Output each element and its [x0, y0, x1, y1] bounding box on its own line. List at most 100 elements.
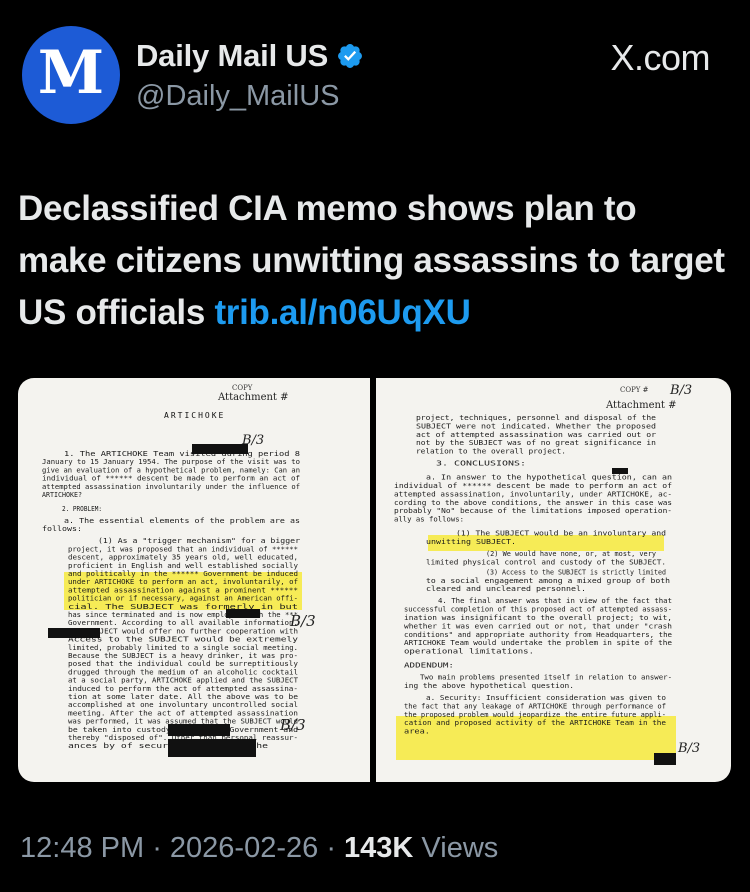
document-line: Government. According to all available i…: [68, 619, 298, 627]
document-line: attempted assassination involuntarily un…: [42, 483, 300, 491]
document-line: limited, probably limited to a single so…: [68, 644, 298, 652]
document-line: meeting. After the act of attempted assa…: [68, 709, 298, 717]
right-text-lines: project, techniques, personnel and dispo…: [394, 414, 672, 736]
document-line: January to 15 January 1954. The purpose …: [42, 458, 300, 466]
avatar[interactable]: M: [22, 26, 120, 124]
document-line: has since terminated and is now employed…: [68, 611, 298, 619]
document-line: cleared and uncleared personnel.: [426, 585, 586, 593]
document-line: conditions" and appropriate authority fr…: [404, 631, 672, 639]
document-line: (1) As a "trigger mechanism" for a bigge…: [98, 537, 300, 545]
document-line: cation and proposed activity of the ARTI…: [404, 719, 666, 727]
document-line: attempted assassination, involuntarily, …: [394, 490, 672, 498]
document-line: Because the SUBJECT is a heavy drinker, …: [68, 652, 298, 660]
tweet-date[interactable]: 2026-02-26: [170, 832, 318, 864]
redaction-box: [192, 444, 248, 454]
document-line: a. Security: Insufficient consideration …: [426, 694, 666, 702]
document-line: individual of ****** descent be made to …: [394, 482, 672, 490]
document-line: follows:: [42, 525, 82, 533]
author-handle[interactable]: @Daily_MailUS: [136, 80, 339, 113]
document-line: induced to perform the act of attempted …: [68, 685, 298, 693]
document-line: whether it was even carried out or not, …: [404, 622, 672, 630]
document-line: drugged through the medium of an alcohol…: [68, 668, 298, 676]
x-watermark: X.com: [610, 37, 710, 78]
document-line: the fact that any leakage of ARTICHOKE t…: [404, 702, 666, 710]
redaction-box: [226, 609, 260, 618]
document-line: (2) We would have none, or, at most, ver…: [486, 550, 656, 558]
right-copy-label: COPY #: [620, 386, 649, 394]
document-right-svg: COPY # B/3 Attachment # B/3 project, tec…: [394, 383, 700, 765]
document-line: cial. The SUBJECT was formerly in but: [68, 603, 298, 611]
document-line: cording to the above conditions, the ans…: [394, 499, 672, 507]
document-line: accomplished at one involuntary uncontro…: [68, 701, 298, 709]
document-line: probably "No" because of the limitations…: [394, 507, 672, 515]
document-line: Two main problems presented itself in re…: [420, 674, 672, 682]
redaction-box: [168, 739, 256, 757]
document-line: the proposed problem would jeopardize th…: [404, 711, 666, 719]
document-line: ing the above hypothetical question.: [404, 682, 574, 690]
document-line: ination was insignificant to the overall…: [404, 614, 672, 622]
document-line: politician or if necessary, against an A…: [68, 595, 298, 603]
document-line: 3. CONCLUSIONS:: [436, 460, 526, 468]
document-line: attempted assassination against a promin…: [68, 586, 298, 594]
views-label: Views: [413, 832, 499, 864]
document-line: 1. The ARTICHOKE Team visited during per…: [64, 450, 300, 458]
views-count: 143K: [344, 832, 414, 864]
left-copy-label: COPY: [232, 384, 253, 392]
document-line: successful completion of this proposed a…: [404, 606, 672, 614]
document-line: 2. PROBLEM:: [62, 505, 102, 513]
document-line: unwitting SUBJECT.: [426, 538, 516, 546]
document-line: Access to the SUBJECT would be extremely: [68, 636, 298, 644]
document-line: the SUBJECT would offer no further coope…: [68, 627, 298, 635]
left-text-lines: 1. The ARTICHOKE Team visited during per…: [42, 450, 300, 750]
redaction-box: [168, 724, 230, 736]
document-line: a. The essential elements of the problem…: [64, 517, 300, 525]
document-line: give an evaluation of a hypothetical pro…: [42, 466, 300, 474]
document-line: to a social engagement among a mixed gro…: [426, 577, 670, 585]
left-title: ARTICHOKE: [164, 411, 225, 420]
document-line: SUBJECT were not indicated. Whether the …: [416, 422, 656, 430]
media-container[interactable]: COPY Attachment # ARTICHOKE B/3 B/3 B/3 …: [18, 378, 731, 782]
document-line: a. In answer to the hypothetical questio…: [426, 474, 672, 482]
document-line: operational limitations.: [404, 648, 534, 656]
document-line: proficient in English and well establish…: [68, 562, 298, 570]
document-page-right[interactable]: COPY # B/3 Attachment # B/3 project, tec…: [376, 378, 731, 782]
tweet-time[interactable]: 12:48 PM: [20, 832, 144, 864]
document-line: descent, approximately 35 years old, wel…: [68, 554, 298, 562]
document-line: at a social party, ARTICHOKE applied and…: [68, 677, 298, 685]
document-line: and politically in the ****** Government…: [68, 570, 298, 578]
document-line: project, it was proposed that an individ…: [68, 545, 298, 553]
tweet-footer: 12:48 PM · 2026-02-26 · 143K Views: [20, 832, 498, 865]
author-name[interactable]: Daily Mail US: [136, 38, 328, 74]
redaction-box: [612, 468, 628, 474]
document-line: act of attempted assassination was carri…: [416, 431, 656, 439]
avatar-logo: M: [37, 38, 105, 108]
document-line: tion at some later date. All the above w…: [68, 693, 298, 701]
document-line: under ARTICHOKE to perform an act, invol…: [68, 578, 298, 586]
redaction-box: [654, 753, 676, 765]
document-line: (3) Access to the SUBJECT is strictly li…: [486, 568, 666, 576]
right-handwritten-top: B/3: [669, 383, 692, 398]
document-line: ARTICHOKE Team would undertake the probl…: [404, 639, 672, 647]
document-line: limited physical control and custody of …: [426, 558, 666, 566]
footer-separator: ·: [318, 832, 345, 864]
document-line: ARTICHOKE?: [42, 491, 82, 499]
document-left-svg: COPY Attachment # ARTICHOKE B/3 B/3 B/3 …: [42, 384, 316, 757]
document-line: ally as follows:: [394, 516, 464, 524]
footer-separator: ·: [144, 832, 170, 864]
right-attachment-label: Attachment #: [605, 400, 677, 411]
document-line: project, techniques, personnel and dispo…: [416, 414, 656, 422]
right-handwritten-bottom: B/3: [677, 741, 700, 756]
redaction-box: [48, 628, 100, 638]
document-line: relation to the overall project.: [416, 448, 566, 456]
document-line: ADDENDUM:: [404, 662, 454, 670]
tweet-link[interactable]: trib.al/n06UqXU: [214, 293, 470, 332]
document-line: individual of ****** descent be made to …: [42, 475, 300, 483]
document-line: (1) The SUBJECT would be an involuntary …: [456, 530, 666, 538]
document-page-left[interactable]: COPY Attachment # ARTICHOKE B/3 B/3 B/3 …: [18, 378, 370, 782]
tweet-text: Declassified CIA memo shows plan to make…: [18, 183, 730, 339]
document-line: not by the SUBJECT was of no great signi…: [416, 439, 656, 447]
author-name-row: Daily Mail US: [136, 38, 364, 74]
verified-badge-icon: [338, 44, 363, 68]
document-line: 4. The final answer was that in view of …: [438, 597, 672, 605]
document-line: posed that the individual could be surre…: [68, 660, 298, 668]
